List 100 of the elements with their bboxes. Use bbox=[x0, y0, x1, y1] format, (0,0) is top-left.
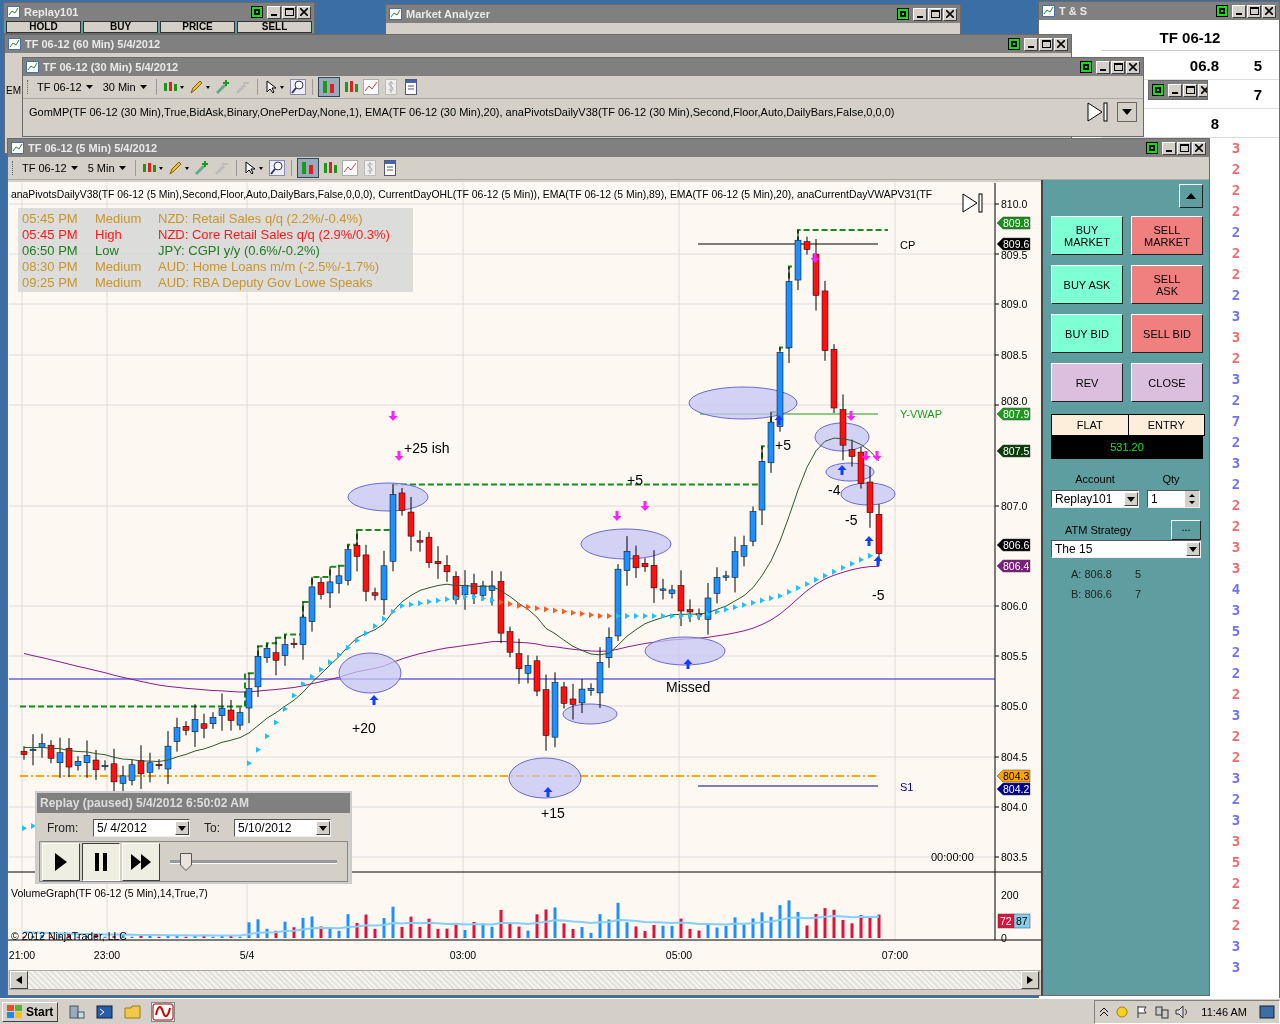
news-event: AUD: RBA Deputy Gov Lowe Speaks bbox=[158, 274, 373, 290]
tick-size: 2 bbox=[1231, 916, 1241, 935]
start-button[interactable]: Start bbox=[2, 1001, 59, 1022]
tick-size: 2 bbox=[1231, 517, 1241, 536]
order-button[interactable]: SELL MARKET bbox=[1131, 216, 1203, 255]
session-timer: 00:00:00 bbox=[931, 851, 974, 863]
tick-size: 3 bbox=[1231, 958, 1241, 977]
pnl-value: 531.20 bbox=[1110, 441, 1144, 453]
column-header[interactable]: HOLD bbox=[6, 21, 81, 33]
order-button[interactable]: SELL ASK bbox=[1131, 265, 1203, 304]
window-title: TF 06-12 (5 Min) 5/4/2012 bbox=[28, 142, 158, 154]
column-header[interactable]: SELL bbox=[237, 21, 312, 33]
axis-label: 03:00 bbox=[449, 949, 477, 961]
news-impact: Medium bbox=[95, 258, 143, 274]
tick-size: 2 bbox=[1231, 181, 1241, 200]
quote-price: B: 806.6 bbox=[1070, 588, 1113, 600]
from-label: From: bbox=[47, 821, 80, 835]
tick-size: 2 bbox=[1231, 223, 1241, 242]
price-marker: 806.4 bbox=[996, 559, 1031, 573]
tick-size: 2 bbox=[1231, 496, 1241, 515]
more-button[interactable]: ... bbox=[1171, 520, 1201, 540]
tick-size: 3 bbox=[1231, 139, 1241, 158]
tick-size: 2 bbox=[1231, 727, 1241, 746]
volume-marker: 87 bbox=[1013, 913, 1031, 929]
order-button[interactable]: CLOSE bbox=[1131, 363, 1203, 402]
clock: 11:46 AM bbox=[1201, 1005, 1247, 1018]
news-time: 08:30 PM bbox=[22, 258, 79, 274]
instrument-label: TF 06-12 bbox=[1101, 20, 1279, 51]
axis-label: 808.5 bbox=[1001, 349, 1028, 361]
axis-label: 23:00 bbox=[93, 949, 121, 961]
window-title: Replay (paused) 5/4/2012 6:50:02 AM bbox=[40, 796, 250, 810]
chart-annotation: -4 bbox=[828, 482, 841, 498]
tick-size: 2 bbox=[1231, 475, 1241, 494]
tick-size: 2 bbox=[1231, 202, 1241, 221]
account-dropdown[interactable]: Replay101 bbox=[1051, 490, 1139, 508]
tick-size: 2 bbox=[1231, 349, 1241, 368]
news-impact: Low bbox=[95, 242, 120, 258]
instrument-dropdown[interactable]: TF 06-12 bbox=[19, 162, 81, 174]
to-date-field[interactable]: 5/10/2012 bbox=[234, 819, 331, 837]
tick-size: 3 bbox=[1231, 559, 1241, 578]
price-marker: 807.9 bbox=[996, 407, 1031, 421]
trade-size: 7 bbox=[1253, 85, 1263, 103]
news-time: 05:45 PM bbox=[22, 226, 79, 242]
news-event: NZD: Retail Sales q/q (2.2%/-0.4%) bbox=[158, 210, 363, 226]
news-event: NZD: Core Retail Sales q/q (2.9%/0.3%) bbox=[158, 226, 390, 242]
window-title: TF 06-12 (60 Min) 5/4/2012 bbox=[25, 38, 162, 50]
trade-price: 8 bbox=[1210, 114, 1219, 132]
column-header[interactable]: PRICE bbox=[160, 21, 235, 33]
column-header[interactable]: BUY bbox=[83, 21, 158, 33]
price-marker: 807.5 bbox=[996, 444, 1031, 458]
axis-label: 804.0 bbox=[1001, 801, 1028, 813]
tick-size: 2 bbox=[1231, 790, 1241, 809]
tick-size: 3 bbox=[1231, 454, 1241, 473]
qty-spinner[interactable]: 1 bbox=[1147, 490, 1200, 508]
axis-label: 200 bbox=[1001, 889, 1019, 901]
entry-label: ENTRY bbox=[1127, 415, 1204, 435]
tick-size: 3 bbox=[1231, 937, 1241, 956]
axis-label: 803.5 bbox=[1001, 851, 1028, 863]
from-date-field[interactable]: 5/ 4/2012 bbox=[93, 819, 190, 837]
price-marker: 806.6 bbox=[996, 538, 1031, 552]
to-label: To: bbox=[204, 821, 221, 835]
order-button[interactable]: BUY ASK bbox=[1051, 265, 1123, 304]
window-title: Market Analyzer bbox=[406, 8, 491, 20]
quote-size: 7 bbox=[1135, 588, 1142, 600]
quote-price: A: 806.8 bbox=[1070, 568, 1113, 580]
tick-size: 3 bbox=[1231, 769, 1241, 788]
indicator-list: anaPivotsDailyV38(TF 06-12 (5 Min),Second,Floor,Auto,DailyBars,False,0,0,0), CurrentDayOHL(TF 06-12 (5 Min)), EMA(TF 06-12 (5 Min),89), EMA(TF 06-12 (5 Min),20), anaCurrentDayVWAPV31(TF bbox=[11, 189, 933, 200]
axis-label: 807.0 bbox=[1001, 500, 1028, 512]
indicator-label: VolumeGraph(TF 06-12 (5 Min),14,True,7) bbox=[11, 887, 208, 899]
chart-annotation: Missed bbox=[666, 679, 711, 695]
tick-size: 3 bbox=[1231, 307, 1241, 326]
atm-strategy-label: ATM Strategy bbox=[1064, 524, 1133, 536]
tick-size: 3 bbox=[1231, 538, 1241, 557]
news-impact: Medium bbox=[95, 210, 143, 226]
news-time: 06:50 PM bbox=[22, 242, 79, 258]
interval-dropdown[interactable]: 5 Min bbox=[84, 162, 129, 174]
chart-annotation: +20 bbox=[352, 720, 376, 736]
qty-label: Qty bbox=[1161, 473, 1181, 485]
quote-size: 5 bbox=[1135, 568, 1142, 580]
interval-dropdown[interactable]: 30 Min bbox=[99, 81, 150, 93]
axis-label: 804.5 bbox=[1001, 751, 1028, 763]
tick-size: 3 bbox=[1231, 832, 1241, 851]
tick-size: 7 bbox=[1231, 412, 1241, 431]
order-button[interactable]: BUY MARKET bbox=[1051, 216, 1123, 255]
order-button[interactable]: SELL BID bbox=[1131, 314, 1203, 353]
order-button[interactable]: BUY BID bbox=[1051, 314, 1123, 353]
trade-size: 5 bbox=[1253, 56, 1263, 74]
news-impact: High bbox=[95, 226, 123, 242]
price-marker: 804.2 bbox=[996, 782, 1031, 796]
axis-label: 0 bbox=[1001, 932, 1007, 944]
atm-strategy-dropdown[interactable]: The 15 bbox=[1051, 540, 1201, 558]
volume-marker: 72 bbox=[997, 913, 1015, 929]
axis-label: 5/4 bbox=[239, 949, 255, 961]
indicator-list: GomMP(TF 06-12 (30 Min),True,BidAsk,Binary,OnePerDay,None,1), EMA(TF 06-12 (30 Min),20), anaPivotsDailyV38(TF 06-12 (30 Min),Second,Floor,Auto,DailyBars,False,0,0,0) bbox=[29, 106, 1079, 118]
order-button[interactable]: REV bbox=[1051, 363, 1123, 402]
tick-size: 2 bbox=[1231, 685, 1241, 704]
instrument-dropdown[interactable]: TF 06-12 bbox=[34, 81, 96, 93]
tick-size: 3 bbox=[1231, 811, 1241, 830]
news-time: 09:25 PM bbox=[22, 274, 79, 290]
tick-size: 2 bbox=[1231, 286, 1241, 305]
